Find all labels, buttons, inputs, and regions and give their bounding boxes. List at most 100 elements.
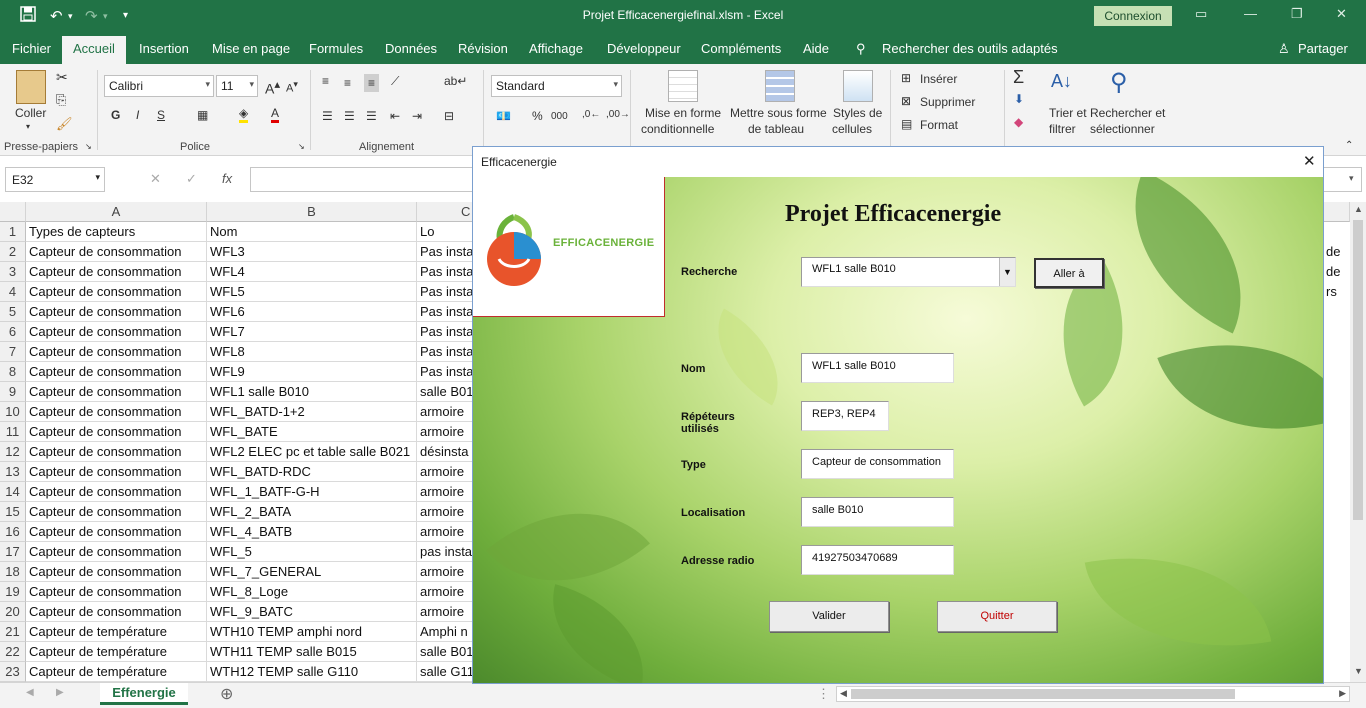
add-sheet-icon[interactable]: ⊕ [220,684,233,704]
row-header[interactable]: 19 [0,582,26,602]
number-format-select[interactable]: Standard ▾ [491,75,622,97]
table-cell[interactable]: désinsta [417,442,477,462]
ribbon-display-icon[interactable]: ▭ [1195,6,1207,22]
table-cell[interactable]: Capteur de température [26,662,207,682]
currency-icon[interactable]: 💶 [496,109,511,123]
table-cell[interactable]: salle B01 [417,382,477,402]
type-field[interactable]: Capteur de consommation [801,449,954,479]
row-header[interactable]: 14 [0,482,26,502]
table-cell[interactable]: Capteur de température [26,622,207,642]
search-combobox[interactable]: WFL1 salle B010 ▼ [801,257,1016,287]
cell-styles-label[interactable]: Styles de [833,106,882,120]
tab-accueil[interactable]: Accueil [62,36,126,64]
merge-center-icon[interactable]: ⊟ [444,109,454,123]
table-cell[interactable]: Capteur de consommation [26,342,207,362]
table-cell[interactable]: WFL6 [207,302,417,322]
table-cell[interactable]: Capteur de consommation [26,402,207,422]
collapse-ribbon-icon[interactable]: ⌃ [1345,140,1353,151]
insert-function-button[interactable]: fx [222,171,232,186]
table-cell[interactable]: WFL_7_GENERAL [207,562,417,582]
table-cell[interactable]: Capteur de consommation [26,322,207,342]
row-header[interactable]: 5 [0,302,26,322]
row-header[interactable]: 16 [0,522,26,542]
table-cell[interactable]: WFL_BATD-RDC [207,462,417,482]
enter-icon[interactable]: ✓ [186,171,197,187]
table-cell[interactable]: Capteur de consommation [26,602,207,622]
tab-complements[interactable]: Compléments [701,41,781,56]
wrap-text-icon[interactable]: ab↵ [444,74,467,88]
font-size-select[interactable]: 11 ▾ [216,75,258,97]
decrease-decimal-icon[interactable]: ,00→ [606,109,630,120]
table-cell[interactable]: armoire [417,482,477,502]
delete-cells-icon[interactable]: ⊠ [901,94,911,108]
percent-icon[interactable]: % [532,109,543,123]
goto-button[interactable]: Aller à [1034,258,1104,288]
shrink-font-icon[interactable]: A▾ [286,79,298,95]
table-cell[interactable]: WFL_1_BATF-G-H [207,482,417,502]
table-cell[interactable]: WFL_2_BATA [207,502,417,522]
table-cell[interactable]: WFL_8_Loge [207,582,417,602]
row-header[interactable]: 12 [0,442,26,462]
format-painter-icon[interactable]: 🖌 [56,116,73,132]
table-cell[interactable]: WFL8 [207,342,417,362]
table-cell[interactable]: WFL9 [207,362,417,382]
table-cell[interactable]: Capteur de consommation [26,522,207,542]
table-cell[interactable]: Capteur de consommation [26,462,207,482]
insert-cells-icon[interactable]: ⊞ [901,71,911,85]
align-left-icon[interactable]: ☰ [322,109,333,123]
scroll-down-icon[interactable]: ▼ [1354,666,1363,676]
chevron-down-icon[interactable]: ▼ [999,258,1015,286]
orientation-icon[interactable]: ⟋ [391,74,399,89]
table-cell[interactable]: Capteur de consommation [26,562,207,582]
sort-filter-label[interactable]: Trier et [1049,106,1087,120]
table-cell[interactable]: WFL3 [207,242,417,262]
align-top-icon[interactable]: ≡ [322,74,329,88]
decrease-indent-icon[interactable]: ⇤ [390,109,400,123]
italic-button[interactable]: I [136,108,139,122]
restore-button[interactable]: ❐ [1291,6,1303,22]
row-header[interactable]: 22 [0,642,26,662]
radio-address-field[interactable]: 41927503470689 [801,545,954,575]
table-cell[interactable]: Pas insta [417,342,477,362]
repeaters-field[interactable]: REP3, REP4 [801,401,889,431]
horizontal-scrollbar[interactable]: ◀ ▶ [836,686,1350,702]
table-cell[interactable]: salle B01 [417,642,477,662]
table-cell[interactable]: Nom [207,222,417,242]
font-name-select[interactable]: Calibri ▾ [104,75,214,97]
conditional-format-icon[interactable] [668,70,698,102]
prev-sheet-icon[interactable]: ◀ [26,687,34,698]
format-cells-icon[interactable]: ▤ [901,117,912,131]
delete-button[interactable]: Supprimer [920,95,975,109]
table-cell[interactable]: Capteur de consommation [26,282,207,302]
scroll-thumb[interactable] [1353,220,1363,520]
insert-button[interactable]: Insérer [920,72,957,86]
table-cell[interactable]: armoire [417,522,477,542]
tab-aide[interactable]: Aide [803,41,829,56]
table-cell[interactable]: Amphi n [417,622,477,642]
align-middle-icon[interactable]: ≡ [344,76,351,90]
tab-donnees[interactable]: Données [385,41,437,56]
table-cell[interactable]: WFL1 salle B010 [207,382,417,402]
table-cell[interactable]: armoire [417,462,477,482]
table-cell[interactable]: Capteur de consommation [26,502,207,522]
align-bottom-icon[interactable]: ≡ [364,74,380,92]
close-window-button[interactable]: ✕ [1336,6,1347,22]
row-header[interactable]: 15 [0,502,26,522]
scroll-right-icon[interactable]: ▶ [1339,688,1346,699]
format-as-table-label-2[interactable]: de tableau [748,122,804,136]
find-select-label-2[interactable]: sélectionner [1090,122,1155,136]
fill-color-icon[interactable]: ◈ [239,106,249,123]
table-cell[interactable]: Capteur de consommation [26,382,207,402]
tab-developpeur[interactable]: Développeur [607,41,681,56]
table-cell[interactable]: WTH11 TEMP salle B015 [207,642,417,662]
row-header[interactable]: 9 [0,382,26,402]
share-button[interactable]: Partager [1298,41,1348,56]
paste-button[interactable]: Coller [15,106,46,120]
align-center-icon[interactable]: ☰ [344,109,355,123]
table-cell[interactable]: WFL7 [207,322,417,342]
bold-button[interactable]: G [111,108,120,122]
format-as-table-label[interactable]: Mettre sous forme [730,106,827,120]
format-button[interactable]: Format [920,118,958,132]
sort-filter-icon[interactable]: A↓ [1051,71,1072,92]
tab-fichier[interactable]: Fichier [12,41,51,56]
